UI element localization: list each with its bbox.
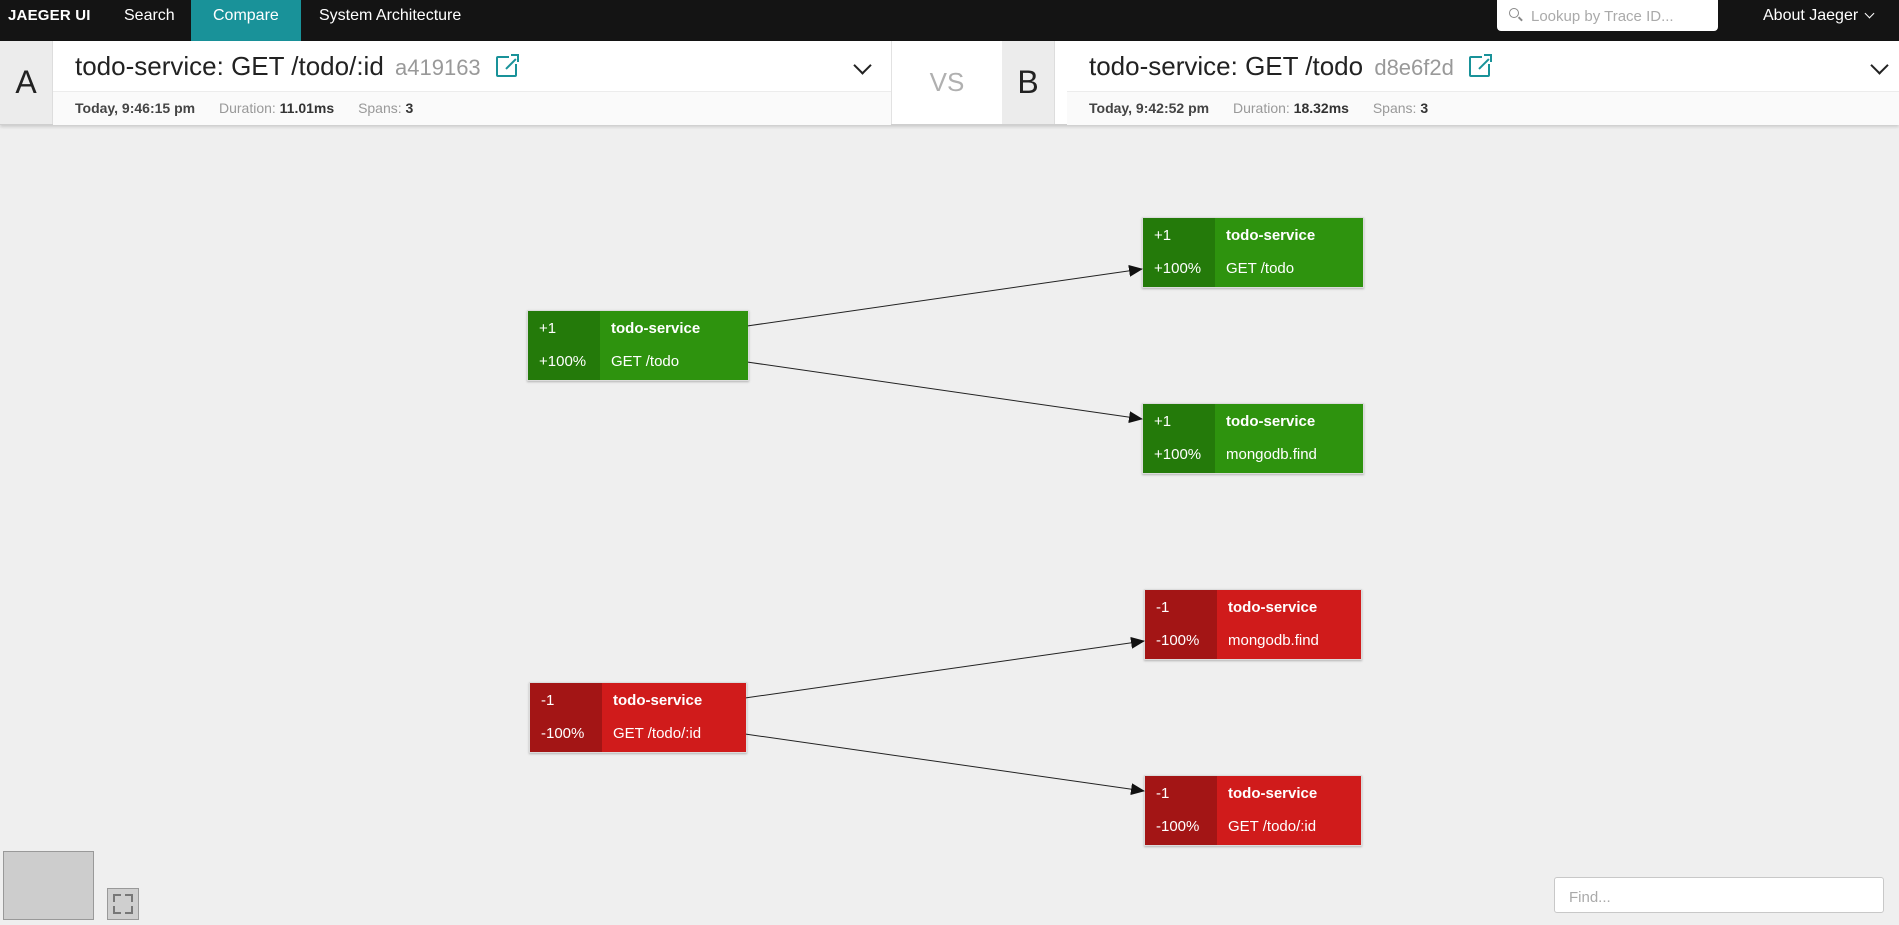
brand-logo[interactable]: JAEGER UI bbox=[8, 0, 91, 41]
node-label: todo-service GET /todo/:id bbox=[1217, 776, 1361, 845]
trace-a-label: A bbox=[0, 41, 53, 124]
external-link-icon[interactable] bbox=[1469, 54, 1493, 77]
trace-diff-graph[interactable]: +1 +100% todo-service GET /todo +1 +100% todo-… bbox=[0, 125, 1899, 925]
node-label: todo-service GET /todo bbox=[600, 311, 748, 380]
trace-b-label: B bbox=[1002, 41, 1055, 124]
node-percent: +100% bbox=[1154, 446, 1202, 463]
trace-a-spans: 3 bbox=[405, 100, 414, 116]
node-operation: mongodb.find bbox=[1228, 632, 1319, 649]
span-node[interactable]: +1 +100% todo-service mongodb.find bbox=[1142, 403, 1364, 474]
node-operation: GET /todo bbox=[611, 353, 680, 370]
node-service: todo-service bbox=[611, 320, 701, 337]
node-percent: +100% bbox=[1154, 260, 1202, 277]
trace-b-time: Today, 9:42:52 pm bbox=[1089, 100, 1210, 116]
node-count: +1 bbox=[539, 320, 557, 337]
trace-b-duration-label: Duration: bbox=[1232, 100, 1290, 116]
graph-edge bbox=[746, 361, 1143, 424]
trace-a-meta: Today, 9:46:15 pm Duration: 11.01ms Span… bbox=[53, 91, 891, 125]
span-node[interactable]: +1 +100% todo-service GET /todo bbox=[1142, 217, 1364, 288]
node-percent: -100% bbox=[1156, 818, 1200, 835]
node-stats: -1 -100% bbox=[1145, 776, 1217, 845]
node-service: todo-service bbox=[613, 692, 703, 709]
node-service: todo-service bbox=[1228, 599, 1318, 616]
node-count: -1 bbox=[541, 692, 555, 709]
trace-b-title-text: todo-service: GET /todo bbox=[1089, 51, 1364, 81]
node-count: +1 bbox=[1154, 413, 1172, 430]
trace-b-spans: 3 bbox=[1420, 100, 1429, 116]
trace-a-dropdown-chevron-icon[interactable] bbox=[853, 56, 872, 75]
trace-b-panel: todo-service: GET /todo d8e6f2d Today, 9… bbox=[1067, 41, 1899, 125]
chevron-down-icon bbox=[1864, 8, 1875, 19]
node-operation: GET /todo/:id bbox=[1228, 818, 1317, 835]
node-label: todo-service GET /todo/:id bbox=[602, 683, 746, 752]
trace-lookup bbox=[1497, 0, 1718, 31]
about-jaeger-menu[interactable]: About Jaeger bbox=[1763, 0, 1875, 31]
span-node[interactable]: +1 +100% todo-service GET /todo bbox=[527, 310, 749, 381]
trace-b-id: d8e6f2d bbox=[1374, 55, 1454, 80]
trace-a-title: todo-service: GET /todo/:id a419163 bbox=[75, 51, 519, 82]
node-count: -1 bbox=[1156, 599, 1170, 616]
node-label: todo-service mongodb.find bbox=[1217, 590, 1361, 659]
node-stats: +1 +100% bbox=[1143, 218, 1215, 287]
trace-b-title: todo-service: GET /todo d8e6f2d bbox=[1089, 51, 1493, 82]
fit-to-screen-icon[interactable] bbox=[107, 888, 139, 920]
trace-a-panel: todo-service: GET /todo/:id a419163 Toda… bbox=[53, 41, 891, 125]
graph-edge bbox=[746, 264, 1143, 327]
trace-a-title-text: todo-service: GET /todo/:id bbox=[75, 51, 384, 81]
external-link-icon[interactable] bbox=[495, 54, 519, 77]
trace-b-spans-label: Spans: bbox=[1372, 100, 1417, 116]
vs-label: VS bbox=[891, 41, 1003, 124]
trace-a-spans-label: Spans: bbox=[358, 100, 402, 116]
graph-edges bbox=[744, 264, 1145, 796]
node-service: todo-service bbox=[1228, 785, 1318, 802]
nav-search[interactable]: Search bbox=[102, 0, 197, 41]
node-label: todo-service mongodb.find bbox=[1215, 404, 1363, 473]
node-service: todo-service bbox=[1226, 413, 1316, 430]
search-icon bbox=[1509, 8, 1519, 18]
node-stats: +1 +100% bbox=[528, 311, 600, 380]
nav-compare[interactable]: Compare bbox=[191, 0, 301, 41]
node-operation: mongodb.find bbox=[1226, 446, 1317, 463]
node-stats: +1 +100% bbox=[1143, 404, 1215, 473]
span-node[interactable]: -1 -100% todo-service GET /todo/:id bbox=[1144, 775, 1362, 846]
trace-a-id: a419163 bbox=[395, 55, 481, 80]
top-nav: JAEGER UI Search Compare System Architec… bbox=[0, 0, 1899, 41]
compare-header: A todo-service: GET /todo/:id a419163 To… bbox=[0, 41, 1899, 125]
trace-a-duration-label: Duration: bbox=[218, 100, 276, 116]
find-input[interactable] bbox=[1567, 886, 1871, 908]
trace-b-duration: 18.32ms bbox=[1293, 100, 1349, 116]
trace-id-input[interactable] bbox=[1529, 5, 1713, 27]
span-node[interactable]: -1 -100% todo-service mongodb.find bbox=[1144, 589, 1362, 660]
node-count: -1 bbox=[1156, 785, 1170, 802]
node-count: +1 bbox=[1154, 227, 1172, 244]
graph-edge bbox=[744, 636, 1145, 699]
find-box bbox=[1554, 877, 1884, 913]
trace-b-dropdown-chevron-icon[interactable] bbox=[1870, 56, 1889, 75]
graph-edge bbox=[744, 733, 1145, 796]
node-percent: -100% bbox=[1156, 632, 1200, 649]
node-operation: GET /todo bbox=[1226, 260, 1295, 277]
span-node[interactable]: -1 -100% todo-service GET /todo/:id bbox=[529, 682, 747, 753]
trace-a-duration: 11.01ms bbox=[279, 100, 335, 116]
graph-minimap[interactable] bbox=[3, 851, 94, 920]
node-percent: -100% bbox=[541, 725, 585, 742]
node-percent: +100% bbox=[539, 353, 587, 370]
node-label: todo-service GET /todo bbox=[1215, 218, 1363, 287]
trace-a-time: Today, 9:46:15 pm bbox=[75, 100, 196, 116]
node-operation: GET /todo/:id bbox=[613, 725, 702, 742]
node-stats: -1 -100% bbox=[530, 683, 602, 752]
trace-b-meta: Today, 9:42:52 pm Duration: 18.32ms Span… bbox=[1067, 91, 1899, 125]
about-label: About Jaeger bbox=[1763, 7, 1859, 24]
node-stats: -1 -100% bbox=[1145, 590, 1217, 659]
nav-system-architecture[interactable]: System Architecture bbox=[297, 0, 483, 41]
node-service: todo-service bbox=[1226, 227, 1316, 244]
